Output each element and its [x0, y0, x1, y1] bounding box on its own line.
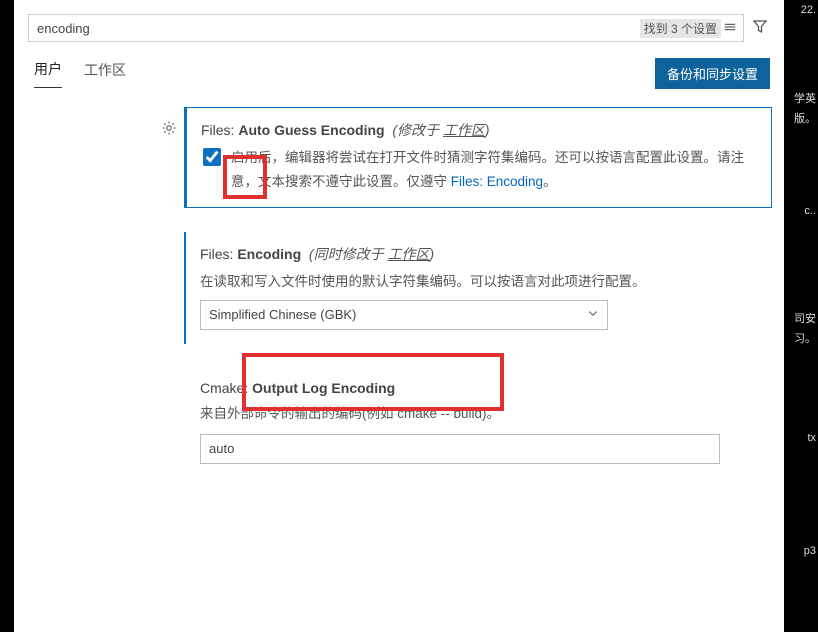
modified-prefix: (修改于: [392, 122, 443, 138]
sync-settings-button[interactable]: 备份和同步设置: [655, 58, 770, 89]
files-encoding-link[interactable]: Files: Encoding: [451, 174, 543, 189]
settings-content: Files: Auto Guess Encoding (修改于 工作区) 启用后…: [14, 107, 784, 478]
setting-title: Cmake: Output Log Encoding: [200, 380, 756, 396]
title-prefix: Files:: [200, 246, 237, 262]
filter-funnel-button[interactable]: [750, 16, 770, 41]
chevron-down-icon: [587, 307, 599, 322]
auto-guess-encoding-checkbox[interactable]: [203, 148, 221, 166]
title-name: Encoding: [237, 246, 301, 262]
setting-title: Files: Auto Guess Encoding (修改于 工作区): [201, 120, 755, 140]
tab-row: 用户 工作区 备份和同步设置: [14, 42, 784, 89]
search-row: 找到 3 个设置: [14, 0, 784, 42]
modified-scope-link[interactable]: 工作区: [443, 122, 485, 138]
modified-indicator: [185, 108, 187, 207]
tab-user[interactable]: 用户: [34, 59, 62, 88]
hamburger-equals-icon: [723, 20, 737, 34]
modified-prefix: (同时修改于: [309, 246, 388, 262]
clear-search-button[interactable]: [721, 20, 739, 37]
title-prefix: Cmake:: [200, 380, 252, 396]
setting-auto-guess-encoding: Files: Auto Guess Encoding (修改于 工作区) 启用后…: [184, 107, 772, 208]
tab-workspace[interactable]: 工作区: [84, 60, 126, 88]
modified-scope-link[interactable]: 工作区: [387, 246, 429, 262]
setting-description: 来自外部命令的输出的编码(例如 cmake -- build)。: [200, 402, 756, 426]
funnel-icon: [752, 18, 768, 34]
found-count-badge: 找到 3 个设置: [640, 19, 721, 38]
setting-description: 启用后，编辑器将尝试在打开文件时猜测字符集编码。还可以按语言配置此设置。请注意，…: [231, 146, 755, 193]
title-name: Auto Guess Encoding: [238, 122, 384, 138]
gear-icon: [161, 120, 177, 136]
settings-pane: 找到 3 个设置 用户 工作区 备份和同步设置 Files: Auto Gues…: [14, 0, 784, 632]
modified-suffix: ): [429, 246, 434, 262]
cmake-encoding-input[interactable]: [200, 434, 720, 464]
title-name: Output Log Encoding: [252, 380, 395, 396]
encoding-select-value: Simplified Chinese (GBK): [209, 307, 356, 322]
setting-files-encoding: Files: Encoding (同时修改于 工作区) 在读取和写入文件时使用的…: [184, 232, 772, 344]
desc-suffix: 。: [543, 174, 557, 189]
filter-icons: [750, 16, 770, 41]
title-prefix: Files:: [201, 122, 238, 138]
setting-title: Files: Encoding (同时修改于 工作区): [200, 244, 756, 264]
modified-suffix: ): [485, 122, 490, 138]
checkbox-row: 启用后，编辑器将尝试在打开文件时猜测字符集编码。还可以按语言配置此设置。请注意，…: [201, 146, 755, 193]
settings-search-box[interactable]: 找到 3 个设置: [28, 14, 744, 42]
settings-search-input[interactable]: [37, 21, 634, 36]
setting-description: 在读取和写入文件时使用的默认字符集编码。可以按语言对此项进行配置。: [200, 270, 756, 294]
encoding-select[interactable]: Simplified Chinese (GBK): [200, 300, 608, 330]
setting-actions-button[interactable]: [161, 120, 177, 141]
setting-cmake-output-log-encoding: Cmake: Output Log Encoding 来自外部命令的输出的编码(…: [184, 368, 772, 478]
modified-indicator: [184, 232, 186, 344]
